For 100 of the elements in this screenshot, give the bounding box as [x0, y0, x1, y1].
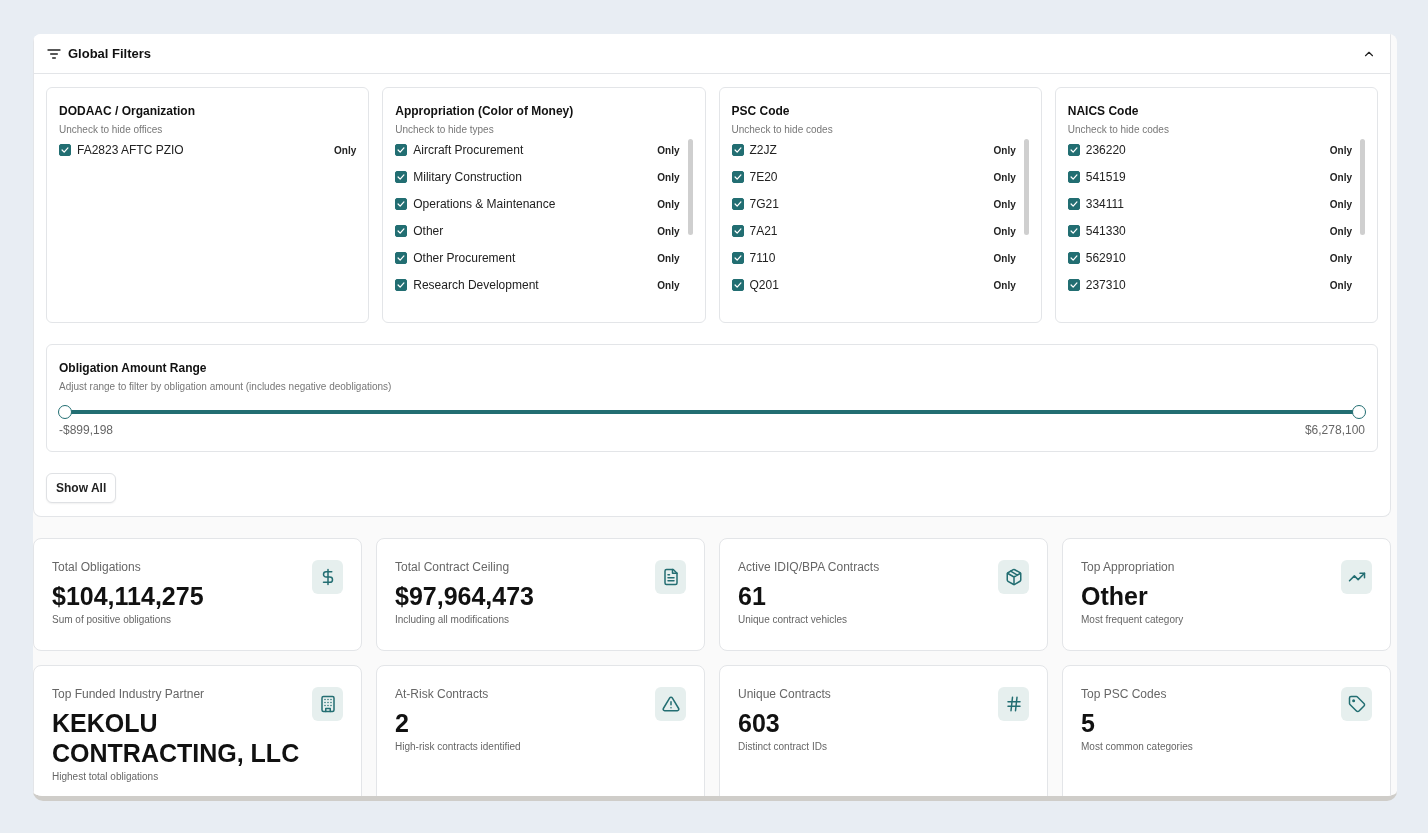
only-link[interactable]: Only	[1329, 252, 1352, 264]
card-subtitle: Adjust range to filter by obligation amount (includes negative deobligations)	[59, 381, 393, 392]
scrollbar[interactable]	[1023, 139, 1029, 235]
tag-icon	[1347, 695, 1366, 713]
checkbox-label[interactable]: Aircraft Procurement	[413, 143, 652, 157]
stat-value: $104,114,275	[52, 581, 204, 611]
checkbox-label[interactable]: 237310	[1085, 278, 1324, 292]
checkbox[interactable]	[731, 225, 744, 237]
checkbox[interactable]	[395, 171, 408, 183]
only-link[interactable]: Only	[993, 252, 1016, 264]
stat-note: Sum of positive obligations	[52, 614, 172, 625]
check-icon	[732, 199, 743, 209]
only-link[interactable]: Only	[1329, 198, 1352, 210]
only-link[interactable]: Only	[993, 198, 1016, 210]
checkbox[interactable]	[1067, 252, 1080, 264]
checkbox[interactable]	[1067, 144, 1080, 156]
checkbox-label[interactable]: 7110	[749, 251, 988, 265]
checkbox-label[interactable]: Operations & Maintenance	[413, 197, 652, 211]
only-link[interactable]: Only	[657, 171, 680, 183]
checkbox-label[interactable]: FA2823 AFTC PZIO	[77, 143, 328, 157]
stat-label: Active IDIQ/BPA Contracts	[738, 560, 880, 574]
checkbox-label[interactable]: 7E20	[749, 170, 988, 184]
range-max-label: $6,278,100	[1304, 423, 1365, 437]
card-subtitle: Uncheck to hide types	[395, 124, 495, 135]
only-link[interactable]: Only	[993, 225, 1016, 237]
stat-label: Top Appropriation	[1081, 560, 1176, 574]
check-icon	[396, 253, 407, 263]
scrollbar[interactable]	[687, 139, 693, 235]
checkbox-label[interactable]: 334111	[1085, 197, 1324, 211]
checkbox-label[interactable]: 7A21	[749, 224, 988, 238]
checkbox[interactable]	[1067, 171, 1080, 183]
check-icon	[1068, 172, 1079, 182]
panel-header[interactable]: Global Filters	[34, 34, 1390, 74]
stat-value: 2	[395, 708, 410, 738]
check-icon	[732, 172, 743, 182]
only-link[interactable]: Only	[1329, 171, 1352, 183]
checkbox[interactable]	[395, 252, 408, 264]
only-link[interactable]: Only	[993, 144, 1016, 156]
stat-label: Total Contract Ceiling	[395, 560, 511, 574]
only-link[interactable]: Only	[657, 144, 680, 156]
only-link[interactable]: Only	[993, 279, 1016, 291]
checkbox[interactable]	[731, 252, 744, 264]
check-icon	[396, 172, 407, 182]
stat-label: Top PSC Codes	[1081, 687, 1168, 701]
checkbox-label[interactable]: 7G21	[749, 197, 988, 211]
only-link[interactable]: Only	[1329, 144, 1352, 156]
checkbox-label[interactable]: Z2JZ	[749, 143, 988, 157]
only-link[interactable]: Only	[657, 225, 680, 237]
check-icon	[1068, 199, 1079, 209]
only-link[interactable]: Only	[657, 252, 680, 264]
card-subtitle: Uncheck to hide codes	[1067, 124, 1170, 135]
checkbox[interactable]	[395, 225, 408, 237]
checkbox[interactable]	[731, 144, 744, 156]
check-icon	[1068, 145, 1079, 155]
stat-value: 5	[1081, 708, 1096, 738]
checkbox[interactable]	[1067, 225, 1080, 237]
checkbox[interactable]	[395, 144, 408, 156]
checkbox-label[interactable]: 236220	[1085, 143, 1324, 157]
check-icon	[1068, 253, 1079, 263]
show-all-button[interactable]: Show All	[46, 473, 117, 503]
slider-thumb[interactable]	[1352, 405, 1366, 419]
hash-icon	[1004, 695, 1023, 713]
checkbox-label[interactable]: 562910	[1085, 251, 1324, 265]
card-title: Obligation Amount Range	[59, 361, 208, 375]
checkbox[interactable]	[731, 279, 744, 291]
stat-note: Highest total obligations	[52, 771, 160, 782]
box-icon	[1004, 568, 1023, 586]
checkbox-label[interactable]: Other Procurement	[413, 251, 652, 265]
stat-value: $97,964,473	[395, 581, 535, 611]
only-link[interactable]: Only	[993, 171, 1016, 183]
check-icon	[60, 145, 70, 155]
stat-note: Unique contract vehicles	[738, 614, 848, 625]
check-icon	[732, 280, 743, 290]
only-link[interactable]: Only	[657, 279, 680, 291]
slider-thumb[interactable]	[58, 405, 72, 419]
checkbox[interactable]	[731, 171, 744, 183]
checkbox-label[interactable]: Other	[413, 224, 652, 238]
warning-icon	[661, 695, 680, 713]
checkbox[interactable]	[395, 198, 408, 210]
check-icon	[396, 199, 407, 209]
checkbox[interactable]	[1067, 279, 1080, 291]
stat-note: Most frequent category	[1081, 614, 1184, 625]
building-icon	[318, 695, 337, 713]
checkbox-label[interactable]: 541519	[1085, 170, 1324, 184]
checkbox-label[interactable]: Research Development	[413, 278, 652, 292]
stat-label: Total Obligations	[52, 560, 142, 574]
checkbox[interactable]	[59, 144, 71, 156]
only-link[interactable]: Only	[657, 198, 680, 210]
only-link[interactable]: Only	[1329, 279, 1352, 291]
stat-note: Including all modifications	[395, 614, 510, 625]
stat-value: KEKOLU CONTRACTING, LLC	[52, 708, 301, 768]
scrollbar[interactable]	[1360, 139, 1365, 235]
only-link[interactable]: Only	[1329, 225, 1352, 237]
checkbox-label[interactable]: Q201	[749, 278, 988, 292]
checkbox-label[interactable]: 541330	[1085, 224, 1324, 238]
checkbox[interactable]	[731, 198, 744, 210]
checkbox-label[interactable]: Military Construction	[413, 170, 652, 184]
checkbox[interactable]	[1067, 198, 1080, 210]
checkbox[interactable]	[395, 279, 408, 291]
only-link[interactable]: Only	[334, 144, 357, 156]
